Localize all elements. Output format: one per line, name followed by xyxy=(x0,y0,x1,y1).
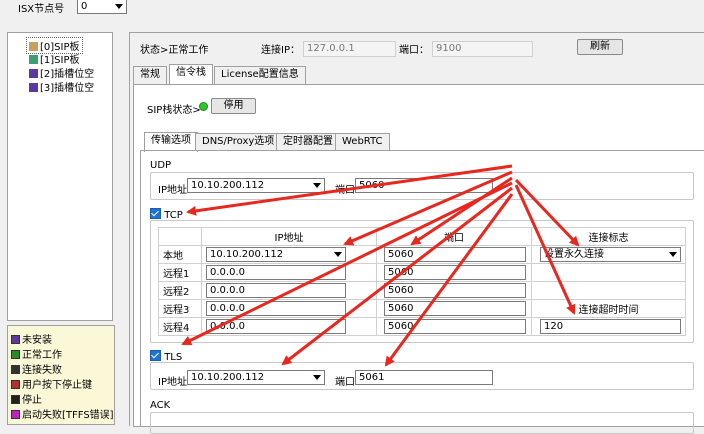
annotation-arrows xyxy=(181,164,580,367)
arrow-to-timeout xyxy=(514,184,576,315)
arrow-to-local-port xyxy=(410,176,513,246)
arrow-to-tls-ip xyxy=(281,186,513,366)
arrow-to-tcp-checkbox xyxy=(186,164,513,216)
arrow-to-conn-flag xyxy=(514,178,580,247)
